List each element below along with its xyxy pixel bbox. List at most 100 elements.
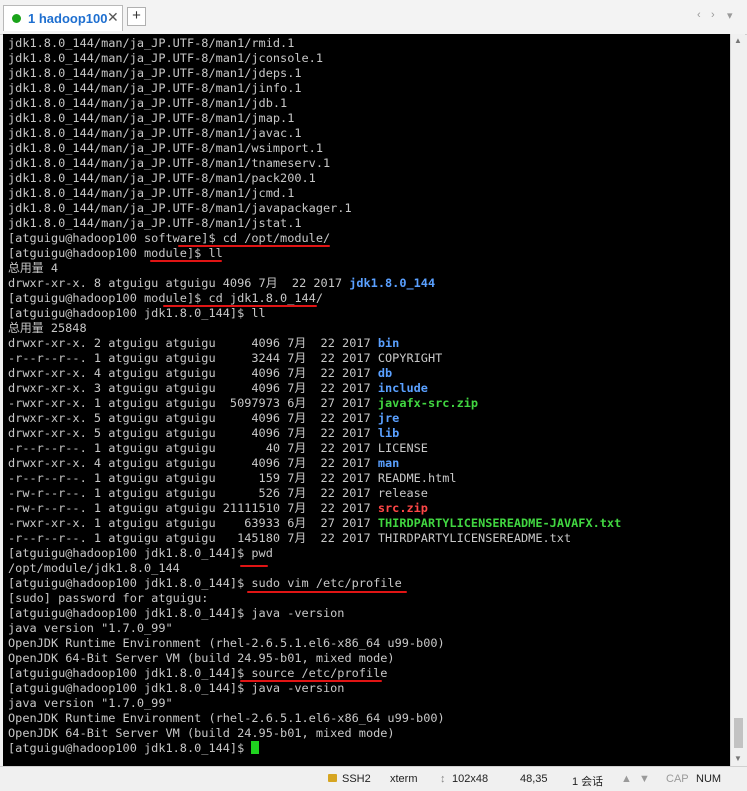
scroll-up-icon[interactable]: ▲ [731, 34, 745, 48]
terminal-line: -rw-r--r--. 1 atguigu atguigu 526 7月 22 … [8, 486, 621, 501]
terminal-line: [atguigu@hadoop100 software]$ cd /opt/mo… [8, 231, 621, 246]
terminal-text: -r--r--r--. 1 atguigu atguigu 3244 7月 22… [8, 351, 443, 365]
protocol-label: SSH2 [342, 773, 371, 785]
terminal-line: drwxr-xr-x. 8 atguigu atguigu 4096 7月 22… [8, 276, 621, 291]
terminal-text: -rwxr-xr-x. 1 atguigu atguigu 63933 6月 2… [8, 516, 378, 530]
terminal-text: drwxr-xr-x. 2 atguigu atguigu 4096 7月 22… [8, 336, 378, 350]
session-tab-label: 1 hadoop100 [28, 11, 108, 26]
terminal-text: jdk1.8.0_144/man/ja_JP.UTF-8/man1/jconso… [8, 51, 323, 65]
terminal-line: drwxr-xr-x. 4 atguigu atguigu 4096 7月 22… [8, 456, 621, 471]
terminal-text: drwxr-xr-x. 5 atguigu atguigu 4096 7月 22… [8, 411, 378, 425]
terminal-line: jdk1.8.0_144/man/ja_JP.UTF-8/man1/rmid.1 [8, 36, 621, 51]
prev-session-icon[interactable]: ▲ [621, 773, 632, 785]
terminal-line: jdk1.8.0_144/man/ja_JP.UTF-8/man1/tnames… [8, 156, 621, 171]
terminal-text: OpenJDK Runtime Environment (rhel-2.6.5.… [8, 636, 445, 650]
terminal-text: java version "1.7.0_99" [8, 696, 173, 710]
connected-status-icon [12, 14, 21, 23]
terminal-size-label: 102x48 [452, 773, 489, 785]
status-bar: SSH2 xterm ↕ 102x48 48,35 1 会话 ▲ ▼ CAP N… [0, 766, 747, 791]
terminal-line: 总用量 4 [8, 261, 621, 276]
terminal-text: [sudo] password for atguigu: [8, 591, 209, 605]
terminal-line: [atguigu@hadoop100 jdk1.8.0_144]$ java -… [8, 606, 621, 621]
terminal-text: drwxr-xr-x. 5 atguigu atguigu 4096 7月 22… [8, 426, 378, 440]
terminal-line: [atguigu@hadoop100 jdk1.8.0_144]$ sudo v… [8, 576, 621, 591]
terminal-line: OpenJDK Runtime Environment (rhel-2.6.5.… [8, 711, 621, 726]
session-tab[interactable]: 1 hadoop100 ✕ [3, 5, 123, 31]
new-tab-button[interactable]: + [127, 7, 146, 26]
terminal-text: bin [377, 336, 400, 350]
next-session-icon[interactable]: ▼ [639, 773, 650, 785]
terminal-text: OpenJDK Runtime Environment (rhel-2.6.5.… [8, 711, 445, 725]
terminal-line: -rwxr-xr-x. 1 atguigu atguigu 5097973 6月… [8, 396, 621, 411]
terminal-output[interactable]: jdk1.8.0_144/man/ja_JP.UTF-8/man1/rmid.1… [3, 34, 730, 766]
terminal-scrollbar[interactable]: ▲ ▼ [730, 34, 745, 766]
terminal-line: OpenJDK 64-Bit Server VM (build 24.95-b0… [8, 726, 621, 741]
red-underline-annotation [247, 591, 407, 593]
terminal-line: jdk1.8.0_144/man/ja_JP.UTF-8/man1/jstat.… [8, 216, 621, 231]
terminal-line: [sudo] password for atguigu: [8, 591, 621, 606]
terminal-line: [atguigu@hadoop100 module]$ ll [8, 246, 621, 261]
terminal-line: [atguigu@hadoop100 jdk1.8.0_144]$ source… [8, 666, 621, 681]
terminal-text: jdk1.8.0_144/man/ja_JP.UTF-8/man1/jstat.… [8, 216, 302, 230]
terminal-line: -rwxr-xr-x. 1 atguigu atguigu 63933 6月 2… [8, 516, 621, 531]
terminal-text: -r--r--r--. 1 atguigu atguigu 159 7月 22 … [8, 471, 457, 485]
terminal-text: -r--r--r--. 1 atguigu atguigu 40 7月 22 2… [8, 441, 428, 455]
tab-scroll-right-icon[interactable]: › [711, 9, 715, 21]
terminal-text: [atguigu@hadoop100 jdk1.8.0_144]$ java -… [8, 681, 345, 695]
terminal-text: javafx-src.zip [377, 396, 479, 410]
terminal-line: OpenJDK Runtime Environment (rhel-2.6.5.… [8, 636, 621, 651]
terminal-line: jdk1.8.0_144/man/ja_JP.UTF-8/man1/jinfo.… [8, 81, 621, 96]
terminal-text: /opt/module/jdk1.8.0_144 [8, 561, 180, 575]
terminal-text: jdk1.8.0_144/man/ja_JP.UTF-8/man1/rmid.1 [8, 36, 295, 50]
tab-bar: 1 hadoop100 ✕ + ‹ › ▾ [0, 0, 747, 35]
terminal-type-label: xterm [390, 773, 418, 785]
terminal-text: -rw-r--r--. 1 atguigu atguigu 526 7月 22 … [8, 486, 428, 500]
terminal-line: drwxr-xr-x. 4 atguigu atguigu 4096 7月 22… [8, 366, 621, 381]
red-underline-annotation [150, 260, 222, 262]
terminal-line: -r--r--r--. 1 atguigu atguigu 40 7月 22 2… [8, 441, 621, 456]
terminal-line: jdk1.8.0_144/man/ja_JP.UTF-8/man1/pack20… [8, 171, 621, 186]
terminal-text: [atguigu@hadoop100 jdk1.8.0_144]$ java -… [8, 606, 345, 620]
caps-lock-indicator: CAP [666, 773, 689, 785]
terminal-text: drwxr-xr-x. 4 atguigu atguigu 4096 7月 22… [8, 456, 378, 470]
terminal-text: jdk1.8.0_144/man/ja_JP.UTF-8/man1/pack20… [8, 171, 316, 185]
terminal-line: jdk1.8.0_144/man/ja_JP.UTF-8/man1/javac.… [8, 126, 621, 141]
terminal-text: -rw-r--r--. 1 atguigu atguigu 21111510 7… [8, 501, 378, 515]
terminal-text: jdk1.8.0_144/man/ja_JP.UTF-8/man1/jcmd.1 [8, 186, 295, 200]
terminal-line: jdk1.8.0_144/man/ja_JP.UTF-8/man1/jconso… [8, 51, 621, 66]
terminal-text: jdk1.8.0_144/man/ja_JP.UTF-8/man1/jdeps.… [8, 66, 302, 80]
terminal-text: jdk1.8.0_144/man/ja_JP.UTF-8/man1/jdb.1 [8, 96, 288, 110]
resize-icon: ↕ [440, 773, 446, 785]
terminal-line: [atguigu@hadoop100 jdk1.8.0_144]$ [8, 741, 621, 756]
terminal-line: java version "1.7.0_99" [8, 621, 621, 636]
terminal-line: jdk1.8.0_144/man/ja_JP.UTF-8/man1/wsimpo… [8, 141, 621, 156]
terminal-line: drwxr-xr-x. 5 atguigu atguigu 4096 7月 22… [8, 426, 621, 441]
terminal-text: -rwxr-xr-x. 1 atguigu atguigu 5097973 6月… [8, 396, 378, 410]
red-underline-annotation [163, 305, 317, 307]
terminal-text: 总用量 4 [8, 261, 58, 275]
red-underline-annotation [240, 565, 268, 567]
red-underline-annotation [178, 245, 330, 247]
terminal-line: jdk1.8.0_144/man/ja_JP.UTF-8/man1/javapa… [8, 201, 621, 216]
terminal-text: jdk1.8.0_144 [349, 276, 436, 290]
terminal-line: -r--r--r--. 1 atguigu atguigu 159 7月 22 … [8, 471, 621, 486]
terminal-text: [atguigu@hadoop100 jdk1.8.0_144]$ ll [8, 306, 266, 320]
terminal-text: db [377, 366, 393, 380]
num-lock-indicator: NUM [696, 773, 722, 785]
terminal-cursor [251, 741, 260, 754]
scrollbar-thumb[interactable] [734, 718, 743, 748]
close-tab-icon[interactable]: ✕ [107, 9, 119, 26]
terminal-text: lib [377, 426, 400, 440]
red-underline-annotation [240, 680, 382, 682]
tab-list-menu-icon[interactable]: ▾ [727, 9, 733, 22]
terminal-line: drwxr-xr-x. 2 atguigu atguigu 4096 7月 22… [8, 336, 621, 351]
terminal-text: jdk1.8.0_144/man/ja_JP.UTF-8/man1/javac.… [8, 126, 302, 140]
tab-scroll-left-icon[interactable]: ‹ [697, 9, 701, 21]
terminal-text: src.zip [377, 501, 428, 515]
terminal-text: [atguigu@hadoop100 jdk1.8.0_144]$ source… [8, 666, 388, 680]
scroll-down-icon[interactable]: ▼ [731, 752, 745, 766]
terminal-line: -r--r--r--. 1 atguigu atguigu 145180 7月 … [8, 531, 621, 546]
terminal-text: drwxr-xr-x. 8 atguigu atguigu 4096 7月 22… [8, 276, 350, 290]
terminal-line: 总用量 25848 [8, 321, 621, 336]
terminal-line: -rw-r--r--. 1 atguigu atguigu 21111510 7… [8, 501, 621, 516]
